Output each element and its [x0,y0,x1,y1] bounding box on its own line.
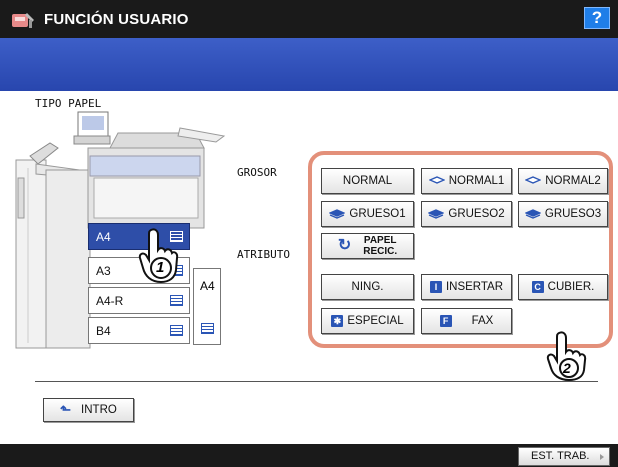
label-line: PAPEL [363,235,397,246]
job-status-button[interactable]: EST. TRAB. [518,447,610,466]
button-label: NORMAL1 [448,175,505,187]
grueso1-button[interactable]: GRUESO1 [321,201,414,227]
button-label: INTRO [81,404,117,416]
header-band [0,38,618,91]
attribute-label: ATRIBUTO [237,248,290,261]
paper-stack-icon [170,295,183,306]
tray-label: A4 [200,279,215,293]
title-bar: FUNCIÓN USUARIO ? [0,0,618,38]
normal2-button[interactable]: NORMAL2 [518,168,608,194]
recycle-icon: ↻ [337,237,352,254]
button-label: NORMAL2 [545,175,601,187]
step-2-number: 2 [563,360,571,376]
divider [35,381,598,382]
special-button[interactable]: ✱ ESPECIAL [321,308,414,334]
fax-icon: F [439,315,452,327]
tray-label: B4 [96,324,111,338]
insert-button[interactable]: I INSERTAR [421,274,512,300]
tray-3[interactable]: A4-R [88,287,190,314]
recycled-paper-button[interactable]: ↻ PAPEL RECIC. [321,233,414,259]
cover-button[interactable]: C CUBIER. [518,274,608,300]
paper-sheet-icon [525,176,542,184]
button-label: PAPEL RECIC. [363,235,397,257]
cover-icon: C [531,281,544,293]
bypass-tray[interactable]: A4 [193,268,221,345]
label-line: RECIC. [363,246,398,257]
step-1-number: 1 [156,259,165,276]
tray-label: A4-R [96,294,124,308]
return-arrow-icon: ⬑ [60,402,72,417]
button-label: ESPECIAL [347,315,404,327]
button-label: GRUESO3 [544,208,602,220]
thickness-label: GROSOR [237,166,277,179]
none-button[interactable]: NING. [321,274,414,300]
user-function-icon [12,13,34,28]
tray-label: A3 [96,264,111,278]
button-label: EST. TRAB. [531,450,590,462]
tray-label: A4 [96,230,111,244]
normal-button[interactable]: NORMAL [321,168,414,194]
button-label: GRUESO1 [349,208,406,220]
paper-stack-icon [201,323,214,334]
grueso3-button[interactable]: GRUESO3 [518,201,608,227]
tray-4[interactable]: B4 [88,317,190,344]
button-label: NING. [351,281,384,293]
button-label: INSERTAR [445,281,504,293]
grueso2-button[interactable]: GRUESO2 [421,201,512,227]
status-bar: EST. TRAB. [0,444,618,467]
special-icon: ✱ [331,315,344,327]
thick-paper-icon [329,209,346,219]
paper-stack-icon [170,325,183,336]
help-button[interactable]: ? [584,7,610,29]
button-label: NORMAL [342,175,393,187]
insert-icon: I [429,281,442,293]
button-label: CUBIER. [547,281,595,293]
button-label: GRUESO2 [448,208,505,220]
paper-sheet-icon [428,176,445,184]
intro-button[interactable]: ⬑ INTRO [43,398,134,422]
normal1-button[interactable]: NORMAL1 [421,168,512,194]
button-label: FAX [471,315,494,327]
fax-button[interactable]: F FAX [421,308,512,334]
arrow-right-icon [600,454,604,460]
page-title: FUNCIÓN USUARIO [44,11,189,28]
thick-paper-icon [428,209,445,219]
thick-paper-icon [524,209,541,219]
